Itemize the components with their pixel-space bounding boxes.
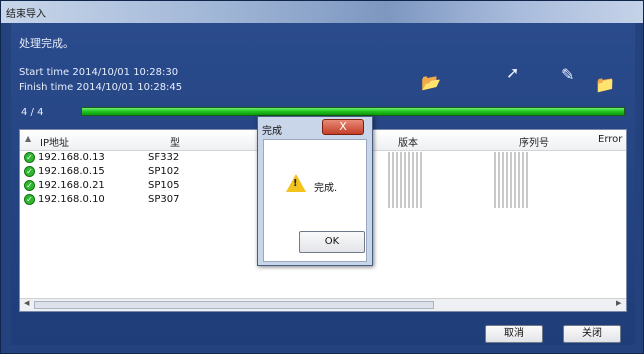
ok-status-icon: ✓	[24, 194, 35, 205]
row-ip: 192.168.0.15	[38, 166, 105, 177]
finish-time: Finish time 2014/10/01 10:28:45	[19, 82, 183, 93]
ok-status-icon: ✓	[24, 152, 35, 163]
col-error[interactable]: Error	[598, 134, 622, 145]
arrow-icon[interactable]: ➚	[506, 65, 519, 81]
col-model[interactable]: 型	[170, 134, 180, 149]
dialog-close-button[interactable]: X	[322, 119, 364, 135]
warning-icon: !	[286, 174, 306, 192]
row-model: SP102	[148, 166, 180, 177]
row-ip: 192.168.0.10	[38, 194, 105, 205]
close-button[interactable]: 关闭	[563, 325, 621, 343]
ok-button[interactable]: OK	[299, 231, 365, 253]
col-version[interactable]: 版本	[398, 134, 418, 149]
col-serial[interactable]: 序列号	[519, 134, 549, 149]
cancel-button[interactable]: 取消	[485, 325, 543, 343]
ok-status-icon: ✓	[24, 166, 35, 177]
close-icon: X	[339, 120, 347, 133]
scroll-thumb[interactable]	[34, 301, 434, 309]
open-folder-icon[interactable]: 📂	[421, 75, 441, 91]
row-model: SP307	[148, 194, 180, 205]
title-bar[interactable]: 结束导入	[1, 1, 643, 23]
progress-fill	[82, 108, 624, 115]
redacted-version-values	[388, 152, 422, 208]
import-window: 结束导入 处理完成。 Start time 2014/10/01 10:28:3…	[0, 0, 644, 354]
ok-status-icon: ✓	[24, 180, 35, 191]
export-icon[interactable]: 📁	[595, 77, 615, 93]
paint-icon[interactable]: ✎	[561, 67, 574, 83]
sort-arrow-icon[interactable]: ▲	[25, 134, 31, 143]
progress-count: 4 / 4	[21, 107, 44, 118]
status-text: 处理完成。	[19, 37, 74, 50]
horizontal-scrollbar[interactable]: ◀ ▶	[20, 298, 626, 311]
dialog-body: ! 完成. OK	[263, 139, 367, 262]
start-time: Start time 2014/10/01 10:28:30	[19, 67, 179, 78]
progress-bar	[81, 107, 625, 116]
row-ip: 192.168.0.21	[38, 180, 105, 191]
scroll-left-icon[interactable]: ◀	[24, 299, 29, 307]
row-model: SF332	[148, 152, 180, 163]
redacted-serial-values	[494, 152, 528, 208]
scroll-right-icon[interactable]: ▶	[616, 299, 621, 307]
dialog-message: 完成.	[314, 183, 338, 194]
row-ip: 192.168.0.13	[38, 152, 105, 163]
dialog-title: 完成	[262, 126, 282, 137]
window-title: 结束导入	[6, 9, 46, 20]
col-ip[interactable]: IP地址	[40, 134, 69, 149]
completion-dialog: 完成 X ! 完成. OK	[257, 116, 373, 266]
row-model: SP105	[148, 180, 180, 191]
